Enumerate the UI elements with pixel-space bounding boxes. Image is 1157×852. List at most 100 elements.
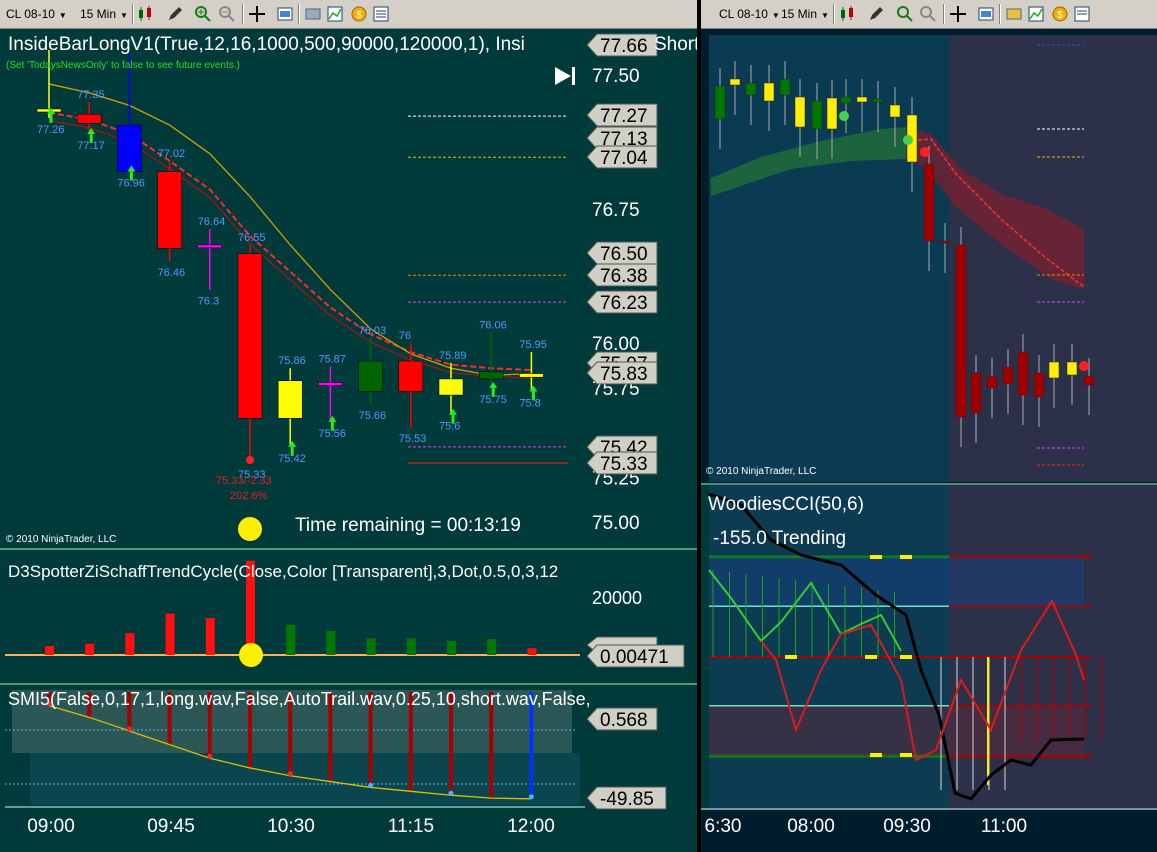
right-entry-dot bbox=[839, 111, 849, 121]
strategies-icon[interactable]: $ bbox=[350, 5, 368, 23]
right-instrument-selector[interactable]: CL 08-10 ▼ bbox=[719, 5, 787, 23]
bar-low-label: 75.6 bbox=[439, 421, 460, 433]
properties-icon[interactable] bbox=[276, 5, 294, 23]
draw-pencil-icon[interactable] bbox=[166, 5, 184, 23]
bar-high-label: 75.89 bbox=[439, 350, 467, 362]
data-box-icon[interactable] bbox=[1005, 5, 1023, 23]
schaff-bar bbox=[85, 643, 95, 655]
bar-high-label: 76.03 bbox=[359, 325, 387, 337]
cci-zone-marker bbox=[865, 655, 877, 659]
crosshair-icon[interactable] bbox=[949, 5, 967, 23]
smi-lower-band bbox=[30, 753, 580, 805]
left-chart-window: CL 08-10 ▼ 15 Min ▼ $ 77.50 76.75 76.00 75.75… bbox=[0, 0, 697, 852]
trade-pnl-label: 75.33/-2.33 bbox=[216, 475, 272, 487]
trade-pct-label: 202.6% bbox=[230, 490, 268, 502]
properties-icon[interactable] bbox=[977, 5, 995, 23]
indicators-icon[interactable] bbox=[326, 5, 344, 23]
cci-zone-marker bbox=[900, 753, 912, 757]
right-candle-body bbox=[1048, 361, 1060, 379]
toolbar-separator bbox=[833, 4, 835, 24]
candle-body bbox=[358, 360, 383, 392]
price-tag-label: 77.66 bbox=[600, 36, 648, 57]
price-axis-tick: 76.75 bbox=[592, 200, 640, 221]
draw-pencil-icon[interactable] bbox=[867, 5, 885, 23]
bar-high-label: 77.02 bbox=[158, 148, 186, 160]
right-time-axis-tick: 09:30 bbox=[883, 816, 931, 837]
right-candle-body bbox=[714, 85, 726, 120]
candlestick-style-icon[interactable] bbox=[839, 5, 857, 23]
right-candle-body bbox=[826, 97, 838, 130]
schaff-value-tag-label: 0.00471 bbox=[600, 647, 669, 668]
right-time-axis-tick: 11:00 bbox=[981, 816, 1027, 837]
long-signal-arrow-stem bbox=[89, 134, 93, 144]
right-candle-body bbox=[840, 96, 852, 104]
left-instrument-selector[interactable]: CL 08-10 ▼ bbox=[6, 5, 74, 23]
copyright-notice: © 2010 NinjaTrader, LLC bbox=[6, 534, 117, 545]
bar-low-label: 77.26 bbox=[37, 124, 65, 136]
chevron-down-icon: ▼ bbox=[58, 11, 67, 20]
price-tag-label: 76.23 bbox=[600, 293, 648, 314]
smi-dot bbox=[126, 726, 132, 732]
schaff-bar bbox=[326, 630, 336, 655]
cci-lower-band bbox=[709, 706, 1084, 756]
candle-body bbox=[197, 244, 223, 249]
right-candle-body bbox=[856, 96, 868, 103]
long-signal-arrow-stem bbox=[129, 171, 133, 181]
bar-high-label: 76.06 bbox=[479, 319, 507, 331]
right-candle-body bbox=[939, 240, 951, 244]
price-tag-label: 77.04 bbox=[600, 148, 648, 169]
exit-marker-circle bbox=[238, 517, 262, 541]
cci-upper-band bbox=[709, 557, 1084, 606]
chevron-down-icon: ▼ bbox=[120, 11, 128, 20]
right-candle-body bbox=[1083, 375, 1095, 386]
cci-zone-marker bbox=[785, 655, 797, 659]
long-signal-arrow-stem bbox=[49, 113, 53, 123]
long-signal-arrow-stem bbox=[531, 391, 535, 401]
price-axis-tick: 75.00 bbox=[592, 513, 640, 534]
schaff-bar bbox=[366, 638, 376, 655]
candlestick-style-icon[interactable] bbox=[137, 5, 155, 23]
data-box-icon[interactable] bbox=[304, 5, 322, 23]
right-candle-body bbox=[794, 96, 806, 128]
price-tag-label: 75.33 bbox=[600, 454, 648, 475]
strategies-icon[interactable]: $ bbox=[1051, 5, 1069, 23]
candle-body bbox=[277, 380, 303, 419]
right-candle-body bbox=[955, 244, 967, 418]
price-tag-label: 76.38 bbox=[600, 266, 648, 287]
bar-high-label: 76.55 bbox=[238, 232, 266, 244]
smi-dot bbox=[287, 771, 293, 777]
zoom-out-icon[interactable] bbox=[919, 5, 937, 23]
time-axis-tick: 12:00 bbox=[507, 816, 555, 837]
candle-body bbox=[76, 114, 102, 124]
left-chart-canvas[interactable]: 77.5076.7576.0075.7575.2575.0077.2677.35… bbox=[0, 29, 697, 852]
crosshair-icon[interactable] bbox=[248, 5, 266, 23]
indicators-icon[interactable] bbox=[1027, 5, 1045, 23]
chart-trader-icon[interactable] bbox=[372, 5, 390, 23]
right-candle-body bbox=[779, 78, 791, 96]
price-tag-label: 76.50 bbox=[600, 244, 648, 265]
long-signal-arrow-stem bbox=[451, 414, 455, 424]
time-axis-tick: 09:00 bbox=[27, 816, 75, 837]
cci-panel-future-shade bbox=[949, 485, 1157, 810]
right-toolbar: CL 08-10 ▼ 15 Min ▼ $ bbox=[701, 0, 1157, 29]
svg-text:$: $ bbox=[1057, 10, 1063, 21]
chart-trader-icon[interactable] bbox=[1073, 5, 1091, 23]
zoom-in-icon[interactable] bbox=[896, 5, 914, 23]
right-candle-body bbox=[811, 100, 823, 130]
right-chart-canvas[interactable]: 6:30 08:00 09:30 11:00 bbox=[701, 29, 1157, 852]
bar-high-label: 75.87 bbox=[318, 353, 346, 365]
smi-indicator-title: SMI5(False,0,17,1,long.wav,False,AutoTra… bbox=[8, 689, 591, 709]
bar-low-label: 75.53 bbox=[399, 433, 427, 445]
candle-body bbox=[519, 373, 544, 378]
zoom-out-icon[interactable] bbox=[218, 5, 236, 23]
candle-body bbox=[117, 124, 142, 172]
smi-dot bbox=[448, 790, 454, 796]
right-interval-selector[interactable]: 15 Min ▼ bbox=[781, 5, 831, 23]
cci-zone-marker bbox=[870, 555, 882, 559]
price-tag-label: 75.83 bbox=[600, 364, 648, 385]
left-interval-selector[interactable]: 15 Min ▼ bbox=[80, 5, 130, 23]
right-candle-body bbox=[1002, 366, 1014, 385]
schaff-bar bbox=[45, 645, 54, 655]
zoom-in-icon[interactable] bbox=[194, 5, 212, 23]
bar-high-label: 75.86 bbox=[278, 355, 306, 367]
